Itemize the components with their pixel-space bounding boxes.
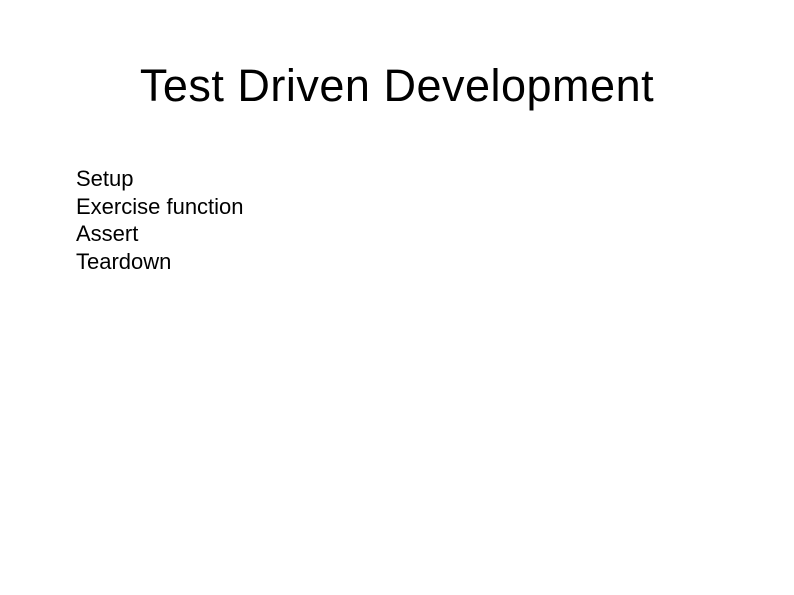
list-item: Setup [76,165,244,193]
list-container: Setup Exercise function Assert Teardown [76,165,244,275]
list-item: Teardown [76,248,244,276]
slide-title: Test Driven Development [0,60,794,112]
list-item: Exercise function [76,193,244,221]
list-item: Assert [76,220,244,248]
